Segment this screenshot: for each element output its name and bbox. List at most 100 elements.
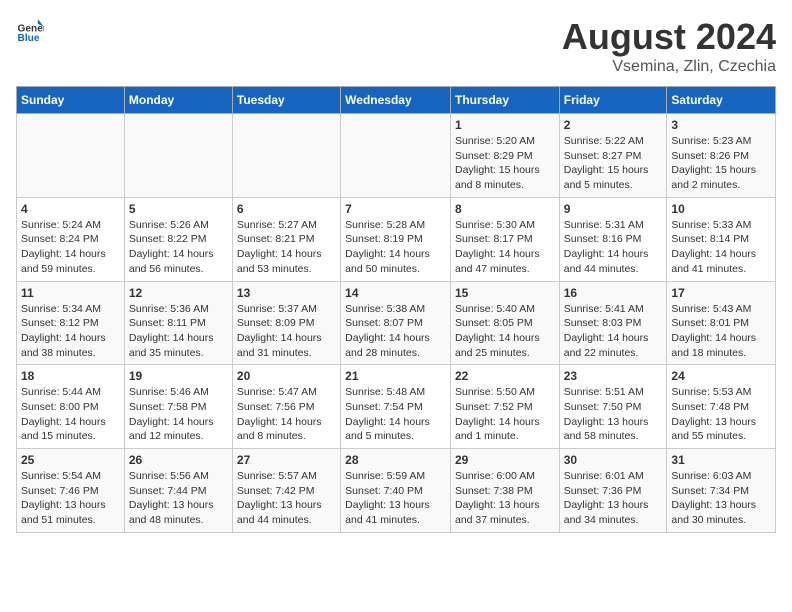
calendar-cell: 8Sunrise: 5:30 AMSunset: 8:17 PMDaylight… [450, 197, 559, 281]
day-info: Sunrise: 5:22 AMSunset: 8:27 PMDaylight:… [564, 134, 663, 193]
day-info: Sunrise: 5:26 AMSunset: 8:22 PMDaylight:… [129, 218, 228, 277]
calendar-week-row: 18 Sunrise: 5:44 AMSunset: 8:00 PMDayligh… [17, 365, 776, 449]
day-number: 26 [129, 453, 228, 467]
day-info: Sunrise: 5:56 AMSunset: 7:44 PMDaylight:… [129, 469, 228, 528]
day-number: 11 [21, 286, 120, 300]
day-number: 29 [455, 453, 555, 467]
day-number: 18 [21, 369, 120, 383]
day-number: 1 [455, 118, 555, 132]
page-subtitle: Vsemina, Zlin, Czechia [562, 58, 776, 76]
day-info: Sunrise: 5:44 AMSunset: 8:00 PMDaylight:… [21, 385, 120, 444]
calendar-cell: 6 Sunrise: 5:27 AMSunset: 8:21 PMDaylight… [232, 197, 340, 281]
col-sunday: Sunday [17, 87, 125, 114]
day-info: Sunrise: 5:36 AMSunset: 8:11 PMDaylight:… [129, 302, 228, 361]
calendar-cell: 15 Sunrise: 5:40 AMSunset: 8:05 PMDayligh… [450, 281, 559, 365]
day-info: Sunrise: 5:31 AMSunset: 8:16 PMDaylight:… [564, 218, 663, 277]
day-number: 7 [345, 202, 446, 216]
calendar-cell: 9Sunrise: 5:31 AMSunset: 8:16 PMDaylight… [559, 197, 667, 281]
calendar-cell: 2 Sunrise: 5:22 AMSunset: 8:27 PMDaylight… [559, 114, 667, 198]
calendar-cell: 7 Sunrise: 5:28 AMSunset: 8:19 PMDaylight… [341, 197, 451, 281]
day-info: Sunrise: 5:24 AMSunset: 8:24 PMDaylight:… [21, 218, 120, 277]
calendar-cell: 4 Sunrise: 5:24 AMSunset: 8:24 PMDaylight… [17, 197, 125, 281]
day-number: 20 [237, 369, 336, 383]
day-info: Sunrise: 5:43 AMSunset: 8:01 PMDaylight:… [671, 302, 771, 361]
calendar-cell: 27 Sunrise: 5:57 AMSunset: 7:42 PMDayligh… [232, 449, 340, 533]
col-tuesday: Tuesday [232, 87, 340, 114]
day-number: 10 [671, 202, 771, 216]
day-number: 14 [345, 286, 446, 300]
day-info: Sunrise: 5:59 AMSunset: 7:40 PMDaylight:… [345, 469, 446, 528]
calendar-header: Sunday Monday Tuesday Wednesday Thursday… [17, 87, 776, 114]
calendar-cell: 3 Sunrise: 5:23 AMSunset: 8:26 PMDaylight… [667, 114, 776, 198]
calendar-table: Sunday Monday Tuesday Wednesday Thursday… [16, 86, 776, 533]
col-thursday: Thursday [450, 87, 559, 114]
day-info: Sunrise: 5:37 AMSunset: 8:09 PMDaylight:… [237, 302, 336, 361]
calendar-cell: 16 Sunrise: 5:41 AMSunset: 8:03 PMDayligh… [559, 281, 667, 365]
calendar-cell [124, 114, 232, 198]
day-number: 13 [237, 286, 336, 300]
day-number: 16 [564, 286, 663, 300]
day-number: 28 [345, 453, 446, 467]
col-saturday: Saturday [667, 87, 776, 114]
day-number: 21 [345, 369, 446, 383]
calendar-cell: 12 Sunrise: 5:36 AMSunset: 8:11 PMDayligh… [124, 281, 232, 365]
page-title: August 2024 [562, 16, 776, 58]
day-number: 22 [455, 369, 555, 383]
day-info: Sunrise: 6:03 AMSunset: 7:34 PMDaylight:… [671, 469, 771, 528]
calendar-cell: 18 Sunrise: 5:44 AMSunset: 8:00 PMDayligh… [17, 365, 125, 449]
day-number: 31 [671, 453, 771, 467]
calendar-week-row: 1 Sunrise: 5:20 AMSunset: 8:29 PMDaylight… [17, 114, 776, 198]
day-info: Sunrise: 5:53 AMSunset: 7:48 PMDaylight:… [671, 385, 771, 444]
day-info: Sunrise: 5:30 AMSunset: 8:17 PMDaylight:… [455, 218, 555, 277]
calendar-cell [232, 114, 340, 198]
col-monday: Monday [124, 87, 232, 114]
day-number: 25 [21, 453, 120, 467]
calendar-cell: 11 Sunrise: 5:34 AMSunset: 8:12 PMDayligh… [17, 281, 125, 365]
col-friday: Friday [559, 87, 667, 114]
calendar-cell: 22Sunrise: 5:50 AMSunset: 7:52 PMDayligh… [450, 365, 559, 449]
col-wednesday: Wednesday [341, 87, 451, 114]
day-info: Sunrise: 5:57 AMSunset: 7:42 PMDaylight:… [237, 469, 336, 528]
day-number: 24 [671, 369, 771, 383]
calendar-body: 1 Sunrise: 5:20 AMSunset: 8:29 PMDaylight… [17, 114, 776, 533]
day-info: Sunrise: 5:47 AMSunset: 7:56 PMDaylight:… [237, 385, 336, 444]
day-info: Sunrise: 5:23 AMSunset: 8:26 PMDaylight:… [671, 134, 771, 193]
day-number: 2 [564, 118, 663, 132]
day-info: Sunrise: 5:34 AMSunset: 8:12 PMDaylight:… [21, 302, 120, 361]
calendar-cell: 23 Sunrise: 5:51 AMSunset: 7:50 PMDayligh… [559, 365, 667, 449]
calendar-cell: 17Sunrise: 5:43 AMSunset: 8:01 PMDayligh… [667, 281, 776, 365]
day-number: 19 [129, 369, 228, 383]
day-info: Sunrise: 5:20 AMSunset: 8:29 PMDaylight:… [455, 134, 555, 193]
calendar-cell: 14 Sunrise: 5:38 AMSunset: 8:07 PMDayligh… [341, 281, 451, 365]
day-number: 4 [21, 202, 120, 216]
day-number: 6 [237, 202, 336, 216]
calendar-week-row: 25Sunrise: 5:54 AMSunset: 7:46 PMDayligh… [17, 449, 776, 533]
calendar-week-row: 11 Sunrise: 5:34 AMSunset: 8:12 PMDayligh… [17, 281, 776, 365]
day-number: 3 [671, 118, 771, 132]
logo-icon: General Blue [16, 16, 44, 44]
day-info: Sunrise: 5:38 AMSunset: 8:07 PMDaylight:… [345, 302, 446, 361]
calendar-week-row: 4 Sunrise: 5:24 AMSunset: 8:24 PMDaylight… [17, 197, 776, 281]
day-number: 12 [129, 286, 228, 300]
day-info: Sunrise: 5:28 AMSunset: 8:19 PMDaylight:… [345, 218, 446, 277]
day-info: Sunrise: 5:33 AMSunset: 8:14 PMDaylight:… [671, 218, 771, 277]
day-info: Sunrise: 5:40 AMSunset: 8:05 PMDaylight:… [455, 302, 555, 361]
day-info: Sunrise: 5:27 AMSunset: 8:21 PMDaylight:… [237, 218, 336, 277]
calendar-cell: 20 Sunrise: 5:47 AMSunset: 7:56 PMDayligh… [232, 365, 340, 449]
day-number: 27 [237, 453, 336, 467]
calendar-cell: 5Sunrise: 5:26 AMSunset: 8:22 PMDaylight… [124, 197, 232, 281]
calendar-cell: 24 Sunrise: 5:53 AMSunset: 7:48 PMDayligh… [667, 365, 776, 449]
day-number: 23 [564, 369, 663, 383]
calendar-cell: 28 Sunrise: 5:59 AMSunset: 7:40 PMDayligh… [341, 449, 451, 533]
day-number: 15 [455, 286, 555, 300]
calendar-cell: 10 Sunrise: 5:33 AMSunset: 8:14 PMDayligh… [667, 197, 776, 281]
calendar-cell: 25Sunrise: 5:54 AMSunset: 7:46 PMDayligh… [17, 449, 125, 533]
header-row: Sunday Monday Tuesday Wednesday Thursday… [17, 87, 776, 114]
title-block: August 2024 Vsemina, Zlin, Czechia [562, 16, 776, 76]
day-info: Sunrise: 5:41 AMSunset: 8:03 PMDaylight:… [564, 302, 663, 361]
calendar-cell: 30Sunrise: 6:01 AMSunset: 7:36 PMDayligh… [559, 449, 667, 533]
day-info: Sunrise: 5:51 AMSunset: 7:50 PMDaylight:… [564, 385, 663, 444]
calendar-cell: 19Sunrise: 5:46 AMSunset: 7:58 PMDayligh… [124, 365, 232, 449]
calendar-cell [341, 114, 451, 198]
calendar-cell: 29Sunrise: 6:00 AMSunset: 7:38 PMDayligh… [450, 449, 559, 533]
